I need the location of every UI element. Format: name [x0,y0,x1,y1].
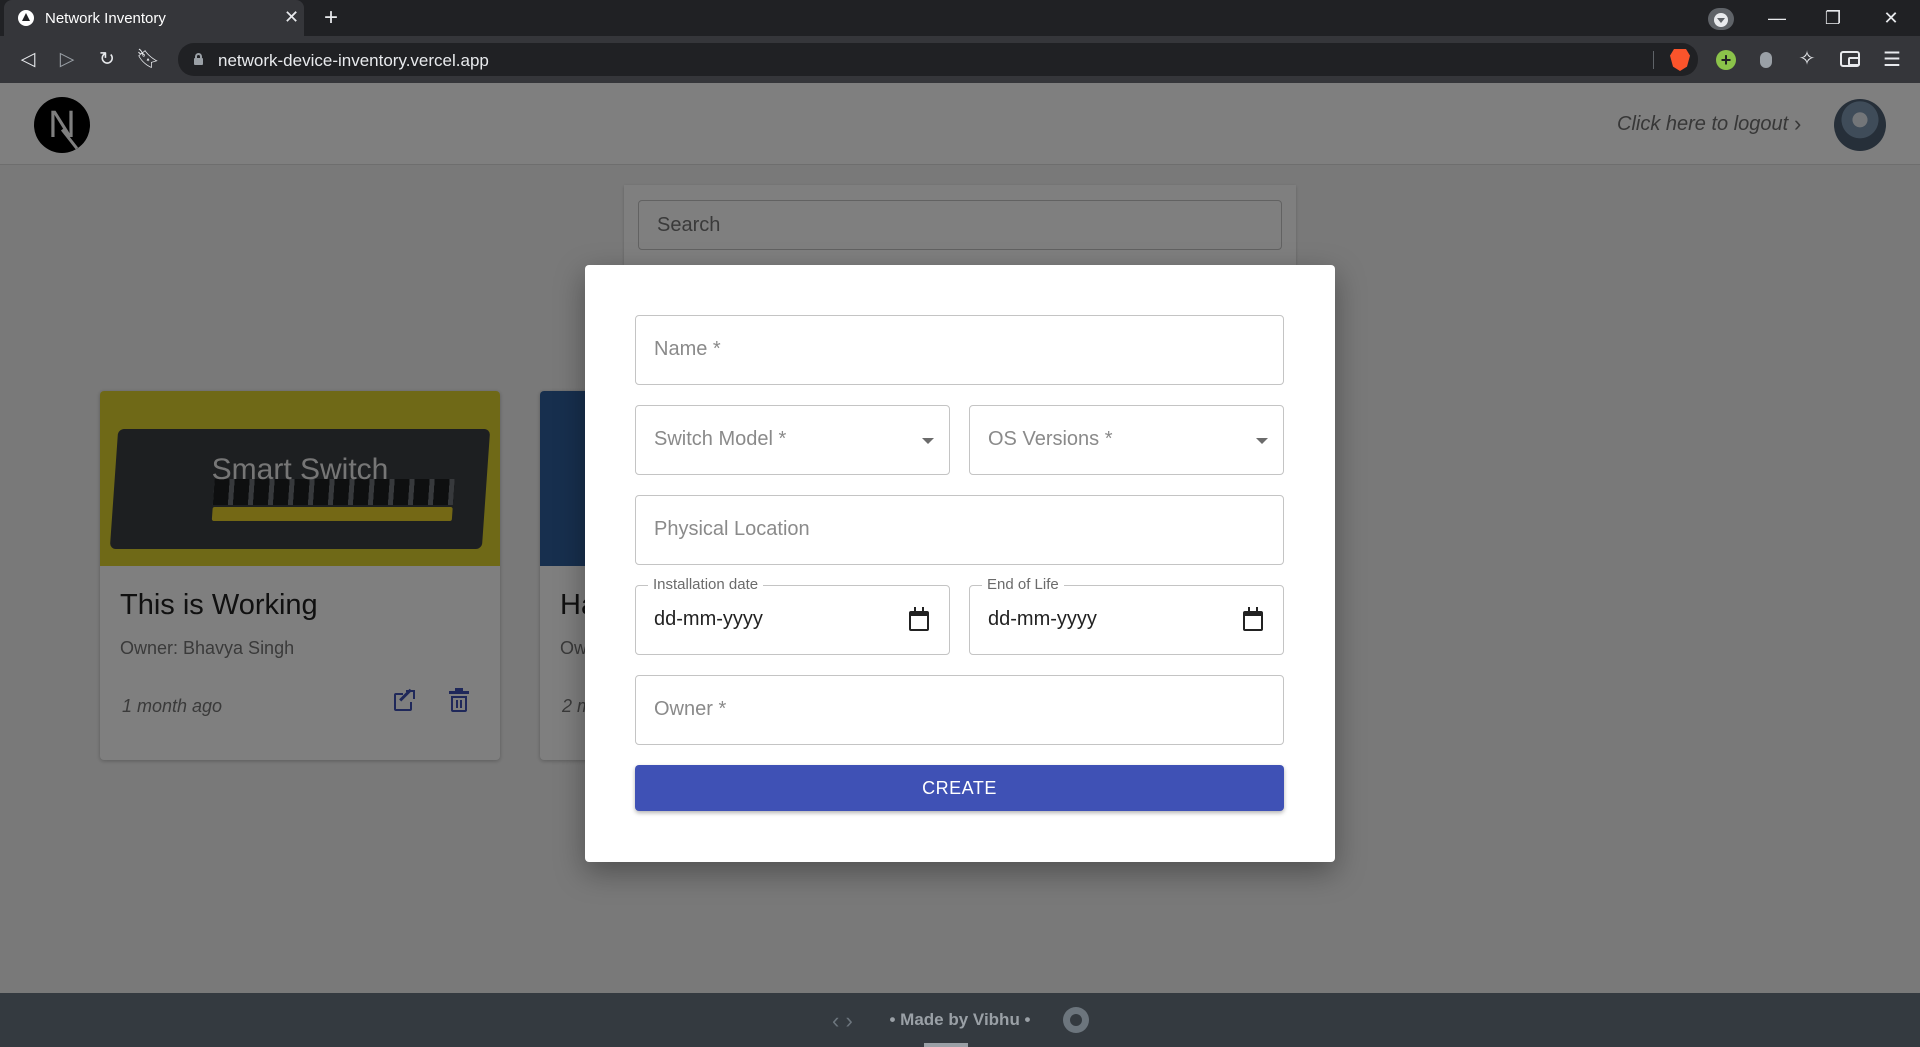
github-icon[interactable] [1063,1007,1089,1033]
switch-model-select[interactable]: Switch Model * [635,405,950,475]
end-of-life-label: End of Life [982,576,1064,593]
browser-toolbar: ◁ ▷ ↻ 🔖︎ network-device-inventory.vercel… [0,36,1920,83]
browser-tab[interactable]: Network Inventory ✕ [4,0,304,36]
os-versions-label: OS Versions * [988,428,1113,450]
extension-add-icon[interactable]: + [1716,50,1736,70]
close-window-button[interactable]: ✕ [1876,6,1906,30]
dropdown-caret-icon [1256,438,1268,444]
minimize-button[interactable]: — [1762,6,1792,30]
brave-shields-icon[interactable] [1670,49,1690,71]
create-button[interactable]: CREATE [635,765,1284,811]
puzzle-icon[interactable]: ✧ [1796,48,1818,70]
installation-date-value[interactable]: dd-mm-yyyy [654,608,763,631]
calendar-icon[interactable] [909,607,929,631]
tab-close-icon[interactable]: ✕ [284,7,299,27]
lock-icon [194,53,203,65]
owner-field[interactable]: Owner * [635,675,1284,745]
installation-date-field[interactable]: Installation date dd-mm-yyyy [635,576,950,655]
physical-location-field[interactable]: Physical Location [635,495,1284,565]
dropdown-caret-icon [922,438,934,444]
wallet-icon[interactable] [1840,51,1860,67]
name-field[interactable]: Name * [635,315,1284,385]
footer-credit: • Made by Vibhu • [889,1010,1031,1029]
footer: ‹ › • Made by Vibhu • [0,993,1920,1047]
bookmark-icon[interactable]: 🔖︎ [136,49,160,71]
end-of-life-field[interactable]: End of Life dd-mm-yyyy [969,576,1284,655]
tab-search-icon[interactable] [1708,8,1734,30]
favicon-icon [18,10,34,26]
physical-location-label: Physical Location [654,518,810,540]
owner-label: Owner * [654,698,727,720]
create-device-modal: Name * Switch Model * OS Versions * Phys… [585,265,1335,862]
end-of-life-value[interactable]: dd-mm-yyyy [988,608,1097,631]
switch-model-label: Switch Model * [654,428,787,450]
back-icon[interactable]: ◁ [17,49,39,71]
menu-icon[interactable]: ☰ [1882,49,1902,71]
calendar-icon[interactable] [1243,607,1263,631]
footer-indicator [924,1043,968,1047]
address-bar[interactable]: network-device-inventory.vercel.app [178,43,1698,76]
url-text[interactable]: network-device-inventory.vercel.app [218,51,489,71]
reload-icon[interactable]: ↻ [96,49,118,71]
browser-tab-bar: Network Inventory ✕ + — ❐ ✕ [0,0,1920,36]
name-label: Name * [654,338,721,360]
address-divider [1653,51,1654,69]
restore-button[interactable]: ❐ [1818,6,1848,30]
extension-icon[interactable] [1760,52,1772,68]
forward-icon[interactable]: ▷ [56,49,78,71]
installation-date-label: Installation date [648,576,764,593]
os-versions-select[interactable]: OS Versions * [969,405,1284,475]
new-tab-button[interactable]: + [317,4,345,32]
tab-title: Network Inventory [45,10,166,27]
